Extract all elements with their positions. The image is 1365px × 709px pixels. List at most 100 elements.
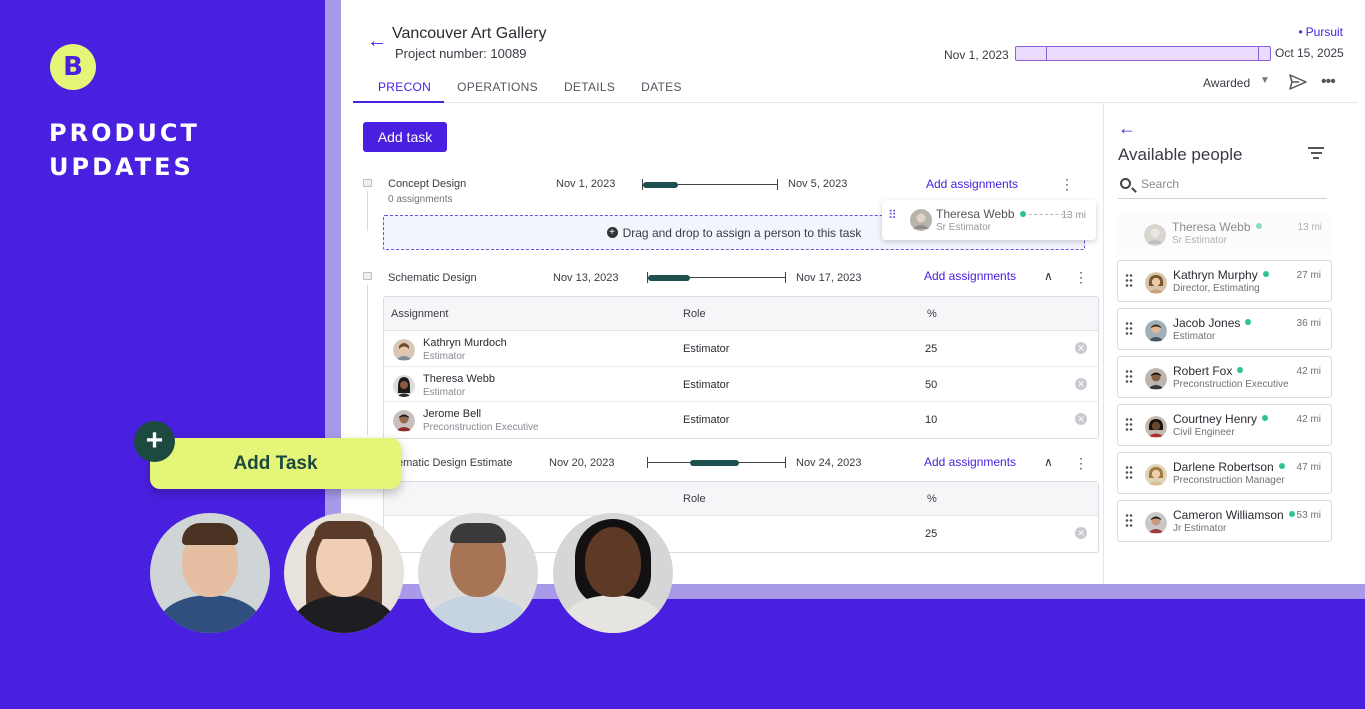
tab-operations[interactable]: OPERATIONS xyxy=(444,72,551,103)
add-assignments-link[interactable]: Add assignments xyxy=(924,269,1016,283)
person-card[interactable]: Jacob Jones Estimator 36 mi xyxy=(1117,308,1332,350)
back-arrow-icon[interactable]: ← xyxy=(1118,119,1136,137)
drag-handle-icon[interactable] xyxy=(1125,370,1133,384)
person-name: Darlene Robertson xyxy=(1173,460,1285,474)
gantt-fill xyxy=(690,460,739,466)
assignment-role[interactable]: Estimator xyxy=(683,414,729,426)
kebab-menu-icon[interactable]: ⋮ xyxy=(1060,177,1074,191)
person-role: Sr Estimator xyxy=(936,222,992,233)
search-input[interactable]: Search xyxy=(1118,174,1327,199)
person-distance: 53 mi xyxy=(1296,510,1321,521)
assignment-percent[interactable]: 10 xyxy=(925,414,937,426)
assignee-title: Estimator xyxy=(423,351,466,362)
person-name: Jacob Jones xyxy=(1173,316,1252,330)
avatar xyxy=(1145,368,1167,390)
person-distance: 27 mi xyxy=(1296,270,1321,281)
task-name: ematic Design Estimate xyxy=(397,457,513,469)
kebab-menu-icon[interactable]: ⋮ xyxy=(1074,456,1088,470)
avatar xyxy=(1144,224,1166,246)
person-card[interactable]: Kathryn Murphy Director, Estimating 27 m… xyxy=(1117,260,1332,302)
remove-icon[interactable]: ✕ xyxy=(1075,527,1087,539)
drag-handle-icon[interactable] xyxy=(1125,514,1133,528)
app-window: ← Vancouver Art Gallery Project number: … xyxy=(341,0,1365,584)
task-drag-handle[interactable] xyxy=(363,179,372,187)
assignment-role[interactable]: Estimator xyxy=(683,343,729,355)
available-people-panel: ← Available people Search Theresa Webb S… xyxy=(1103,103,1365,584)
stage-select[interactable]: Awarded xyxy=(1203,76,1250,90)
person-role: Preconstruction Executive xyxy=(1173,379,1289,390)
assignment-percent[interactable]: 25 xyxy=(925,343,937,355)
drag-handle-icon[interactable] xyxy=(1125,274,1133,288)
promo-title-line1: PRODUCT xyxy=(49,119,200,147)
avatar xyxy=(1145,272,1167,294)
table-row: Kathryn Murdoch Estimator Estimator 25 ✕ xyxy=(384,331,1098,367)
search-icon xyxy=(1120,178,1131,189)
brand-logo: B xyxy=(50,44,96,90)
column-header-assignment: Assignment xyxy=(391,308,449,320)
plus-icon: + xyxy=(134,421,175,462)
avatar xyxy=(1145,464,1167,486)
task-start-date: Nov 13, 2023 xyxy=(553,272,619,284)
add-task-button[interactable]: Add task xyxy=(363,122,447,152)
remove-icon[interactable]: ✕ xyxy=(1075,413,1087,425)
tab-dates[interactable]: DATES xyxy=(628,72,695,103)
drag-handle-icon[interactable] xyxy=(1125,322,1133,336)
chevron-up-icon[interactable]: ∧ xyxy=(1044,269,1053,283)
tab-details[interactable]: DETAILS xyxy=(551,72,628,103)
person-name: Theresa Webb xyxy=(1172,220,1262,234)
caret-down-icon[interactable]: ▼ xyxy=(1260,75,1270,86)
person-name: Robert Fox xyxy=(1173,364,1244,378)
task-name: Concept Design xyxy=(388,178,467,190)
person-card[interactable]: Robert Fox Preconstruction Executive 42 … xyxy=(1117,356,1332,398)
online-indicator xyxy=(1237,367,1244,373)
filter-icon[interactable] xyxy=(1308,147,1324,159)
promo-title: PRODUCT UPDATES xyxy=(49,116,200,184)
column-header-percent: % xyxy=(927,308,937,320)
person-card[interactable]: Darlene Robertson Preconstruction Manage… xyxy=(1117,452,1332,494)
avatar xyxy=(393,410,415,432)
assignment-role[interactable]: Estimator xyxy=(683,379,729,391)
task-name: Schematic Design xyxy=(388,272,477,284)
task-tree-line xyxy=(367,191,368,231)
assignment-percent[interactable]: 50 xyxy=(925,379,937,391)
person-distance: 42 mi xyxy=(1296,366,1321,377)
online-indicator xyxy=(1262,271,1269,277)
drag-handle-icon[interactable] xyxy=(1125,418,1133,432)
decorative-strip-vertical xyxy=(325,0,341,600)
online-indicator xyxy=(1245,319,1252,325)
assignment-percent[interactable]: 25 xyxy=(925,528,937,540)
drag-handle-icon[interactable] xyxy=(1125,466,1133,480)
task-tree-line xyxy=(367,285,368,435)
tab-precon[interactable]: PRECON xyxy=(353,72,445,103)
task-drag-handle[interactable] xyxy=(363,272,372,280)
add-assignments-link[interactable]: Add assignments xyxy=(926,177,1018,191)
chevron-up-icon[interactable]: ∧ xyxy=(1044,455,1053,469)
online-indicator xyxy=(1255,223,1262,229)
person-photo xyxy=(284,513,404,633)
project-title: Vancouver Art Gallery xyxy=(392,25,547,42)
send-icon[interactable] xyxy=(1289,74,1307,90)
kebab-menu-icon[interactable]: ⋮ xyxy=(1074,270,1088,284)
more-horizontal-icon[interactable]: ••• xyxy=(1321,73,1336,91)
person-distance: 13 mi xyxy=(1297,222,1322,233)
column-header-role: Role xyxy=(683,493,706,505)
table-row: Theresa Webb Estimator Estimator 50 ✕ xyxy=(384,367,1098,402)
person-card[interactable]: Courtney Henry Civil Engineer 42 mi xyxy=(1117,404,1332,446)
remove-icon[interactable]: ✕ xyxy=(1075,377,1087,390)
dragging-person-card[interactable]: ⠿ Theresa Webb Sr Estimator 13 mi xyxy=(882,200,1096,240)
table-row: Jerome Bell Preconstruction Executive Es… xyxy=(384,402,1098,438)
back-arrow-icon[interactable]: ← xyxy=(367,31,387,51)
project-timeline-bar[interactable] xyxy=(1015,46,1271,61)
timeline-start-date: Nov 1, 2023 xyxy=(944,48,1009,62)
task-end-date: Nov 5, 2023 xyxy=(788,178,848,190)
avatar xyxy=(1145,512,1167,534)
person-card[interactable]: Cameron Williamson Jr Estimator 53 mi xyxy=(1117,500,1332,542)
add-assignments-link[interactable]: Add assignments xyxy=(924,455,1016,469)
gantt-fill xyxy=(643,182,678,188)
person-name: Theresa Webb xyxy=(936,207,1015,221)
task-end-date: Nov 24, 2023 xyxy=(796,457,862,469)
person-name: Kathryn Murphy xyxy=(1173,268,1269,282)
drop-zone-label: Drag and drop to assign a person to this… xyxy=(622,225,862,240)
person-distance: 13 mi xyxy=(1061,210,1086,221)
remove-icon[interactable]: ✕ xyxy=(1075,342,1087,354)
